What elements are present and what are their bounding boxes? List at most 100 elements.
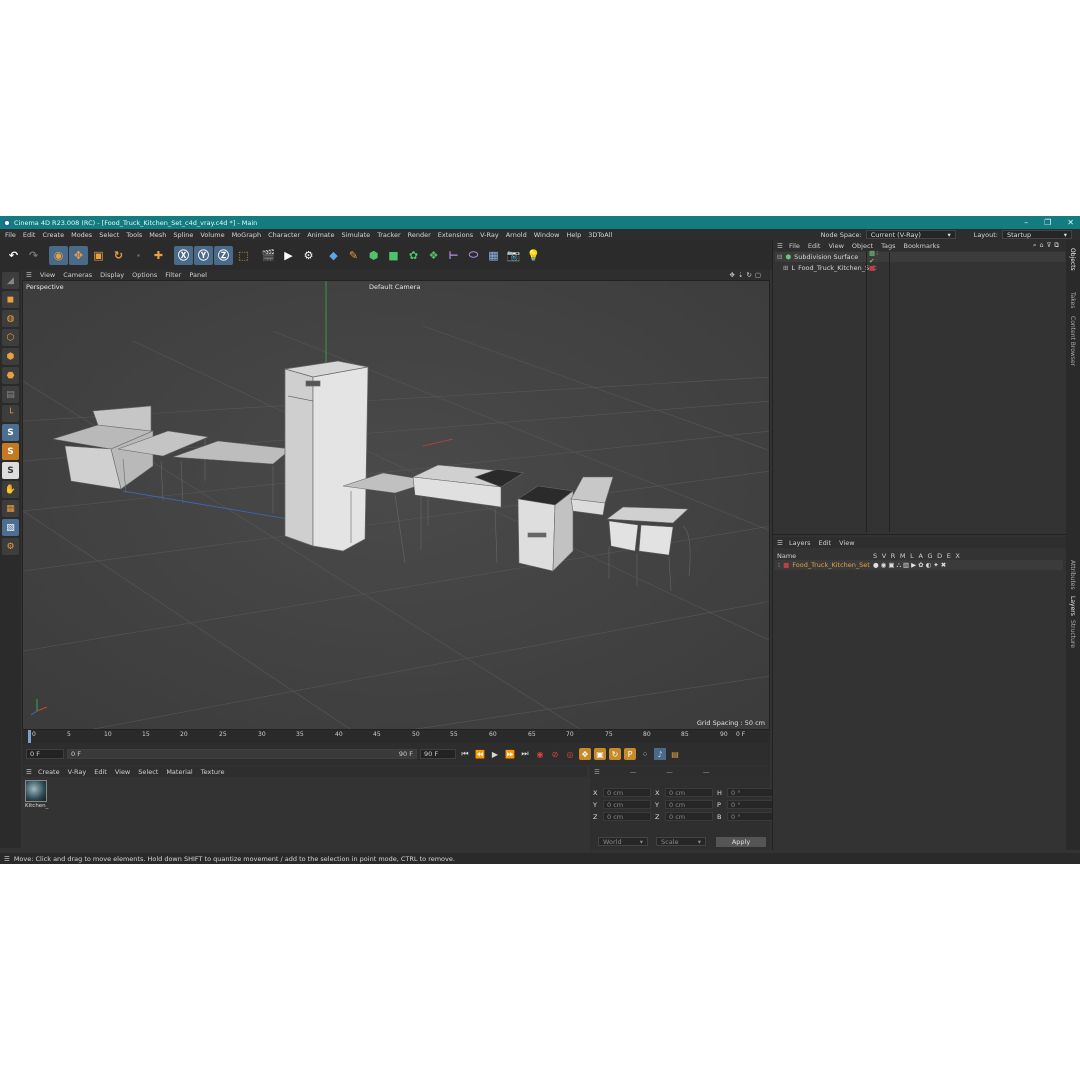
x-axis-lock-icon[interactable]: Ⓧ: [174, 245, 193, 265]
rotation-key-icon[interactable]: ↻: [609, 748, 621, 760]
node-space-dropdown[interactable]: Current (V-Ray) ▾: [865, 230, 956, 239]
position-y-field[interactable]: 0 cm: [603, 800, 651, 809]
cube-object-icon[interactable]: ◆: [324, 246, 343, 265]
menu-mograph[interactable]: MoGraph: [232, 231, 262, 239]
material-menu-material[interactable]: Material: [166, 768, 192, 776]
size-z-field[interactable]: 0 cm: [665, 812, 713, 821]
render-view-icon[interactable]: 🎬: [259, 246, 278, 265]
rotation-h-field[interactable]: 0 °: [727, 788, 775, 797]
rotation-b-field[interactable]: 0 °: [727, 812, 775, 821]
size-x-field[interactable]: 0 cm: [665, 788, 713, 797]
camera-icon[interactable]: 📷: [504, 246, 523, 265]
menu-character[interactable]: Character: [268, 231, 300, 239]
menu-volume[interactable]: Volume: [200, 231, 224, 239]
deformer-icon[interactable]: ⊢: [444, 246, 463, 265]
menu-vray[interactable]: V-Ray: [480, 231, 499, 239]
recent-tools-icon[interactable]: ·: [129, 246, 148, 265]
layer-flags-icon[interactable]: ●◉▣⛬▥▶✿◐✦✖: [873, 561, 948, 570]
apply-button[interactable]: Apply: [716, 837, 766, 847]
tab-layers[interactable]: Layers: [1069, 596, 1076, 616]
uv-mode-icon[interactable]: ▤: [2, 386, 19, 403]
tab-content-browser[interactable]: Content Browser: [1069, 316, 1076, 366]
viewport-menu-options[interactable]: Options: [132, 271, 157, 279]
subdivision-surface-icon[interactable]: ⬢: [364, 246, 383, 265]
solo-icon[interactable]: S: [2, 443, 19, 460]
field-icon[interactable]: ⬭: [464, 246, 483, 265]
menu-file[interactable]: File: [5, 231, 16, 239]
object-menu-tags[interactable]: Tags: [881, 242, 895, 250]
light-icon[interactable]: 💡: [524, 246, 543, 265]
locked-workplane-icon[interactable]: ▧: [2, 519, 19, 536]
param-key-icon[interactable]: P: [624, 748, 636, 760]
viewport-menu-filter[interactable]: Filter: [165, 271, 181, 279]
menu-select[interactable]: Select: [99, 231, 119, 239]
position-key-icon[interactable]: ✥: [579, 748, 591, 760]
object-row-subdivision[interactable]: ⊟ ⬢ Subdivision Surface ▩⁝✔: [777, 249, 878, 265]
coordinate-system-icon[interactable]: ⬚: [234, 246, 253, 265]
object-menu-edit[interactable]: Edit: [808, 242, 821, 250]
coordinate-mode-dropdown[interactable]: World ▾: [598, 837, 648, 846]
next-key-icon[interactable]: ⏩: [504, 748, 516, 760]
size-y-field[interactable]: 0 cm: [665, 800, 713, 809]
redo-icon[interactable]: ↷: [24, 246, 43, 265]
menu-tracker[interactable]: Tracker: [377, 231, 400, 239]
layer-menu-edit[interactable]: Edit: [819, 539, 832, 547]
render-settings-icon[interactable]: ⚙: [299, 246, 318, 265]
menu-tools[interactable]: Tools: [126, 231, 142, 239]
menu-3dtoall[interactable]: 3DToAll: [588, 231, 612, 239]
viewport-menu-panel[interactable]: Panel: [189, 271, 207, 279]
viewport-solo-icon[interactable]: ⚙: [2, 538, 19, 555]
undo-icon[interactable]: ↶: [4, 246, 23, 265]
autokey-icon[interactable]: ⊘: [549, 748, 561, 760]
material-menu-view[interactable]: View: [115, 768, 130, 776]
hamburger-icon[interactable]: ☰: [26, 271, 32, 279]
live-selection-icon[interactable]: ◉: [49, 245, 68, 265]
play-icon[interactable]: ▶: [489, 748, 501, 760]
tree-toggle-icon[interactable]: ⊟: [777, 253, 782, 261]
menu-spline[interactable]: Spline: [173, 231, 193, 239]
menu-create[interactable]: Create: [42, 231, 64, 239]
maximize-button[interactable]: ❐: [1044, 218, 1051, 227]
layout-dropdown[interactable]: Startup ▾: [1002, 230, 1072, 239]
z-axis-lock-icon[interactable]: Ⓩ: [214, 245, 233, 265]
rotate-tool-icon[interactable]: ↻: [109, 246, 128, 265]
polygons-mode-icon[interactable]: ⬣: [2, 367, 19, 384]
search-icon[interactable]: ⌕⌂⊽⧉: [1033, 241, 1062, 250]
scale-key-icon[interactable]: ▣: [594, 748, 606, 760]
hamburger-icon[interactable]: ☰: [777, 242, 783, 250]
menu-arnold[interactable]: Arnold: [506, 231, 527, 239]
material-swatch[interactable]: Kitchen_: [25, 780, 48, 810]
camera-label[interactable]: Default Camera: [369, 283, 420, 291]
tree-toggle-icon[interactable]: ⁝: [778, 561, 780, 569]
pen-spline-icon[interactable]: ✎: [344, 246, 363, 265]
viewport-menu-view[interactable]: View: [40, 271, 55, 279]
points-mode-icon[interactable]: ⬡: [2, 329, 19, 346]
texture-mode-icon[interactable]: ◍: [2, 310, 19, 327]
start-frame-field[interactable]: 0 F: [26, 749, 64, 759]
record-icon[interactable]: ◉: [534, 748, 546, 760]
hamburger-icon[interactable]: ☰: [26, 768, 32, 776]
render-picture-viewer-icon[interactable]: ▶: [279, 246, 298, 265]
timeline-ruler[interactable]: 0 5 10 15 20 25 30 35 40 45 50 55 60 65 …: [22, 730, 770, 743]
menu-window[interactable]: Window: [534, 231, 560, 239]
object-row-kitchen-set[interactable]: ⊞ L Food_Truck_Kitchen_Set ■⁝: [783, 263, 877, 273]
layer-color-icon[interactable]: ■⁝: [869, 264, 877, 272]
menu-edit[interactable]: Edit: [23, 231, 36, 239]
edges-mode-icon[interactable]: ⬢: [2, 348, 19, 365]
move-tool-icon[interactable]: ✥: [69, 245, 88, 265]
tab-objects[interactable]: Objects: [1069, 248, 1076, 271]
menu-extensions[interactable]: Extensions: [438, 231, 473, 239]
end-frame-field[interactable]: 90 F: [420, 749, 456, 759]
frame-range-slider[interactable]: 0 F 90 F: [67, 749, 417, 759]
menu-simulate[interactable]: Simulate: [341, 231, 370, 239]
sculpt-icon[interactable]: ✋: [2, 481, 19, 498]
menu-modes[interactable]: Modes: [71, 231, 92, 239]
minimize-button[interactable]: –: [1024, 218, 1028, 227]
mograph-icon[interactable]: ❖: [424, 246, 443, 265]
playhead-marker[interactable]: [28, 730, 31, 743]
menu-mesh[interactable]: Mesh: [149, 231, 166, 239]
goto-end-icon[interactable]: ⏭: [519, 748, 531, 760]
viewport-navigation-icon[interactable]: ✥⇣↻▢: [730, 271, 764, 279]
keyframe-selection-icon[interactable]: ◎: [564, 748, 576, 760]
viewport-menu-cameras[interactable]: Cameras: [63, 271, 92, 279]
